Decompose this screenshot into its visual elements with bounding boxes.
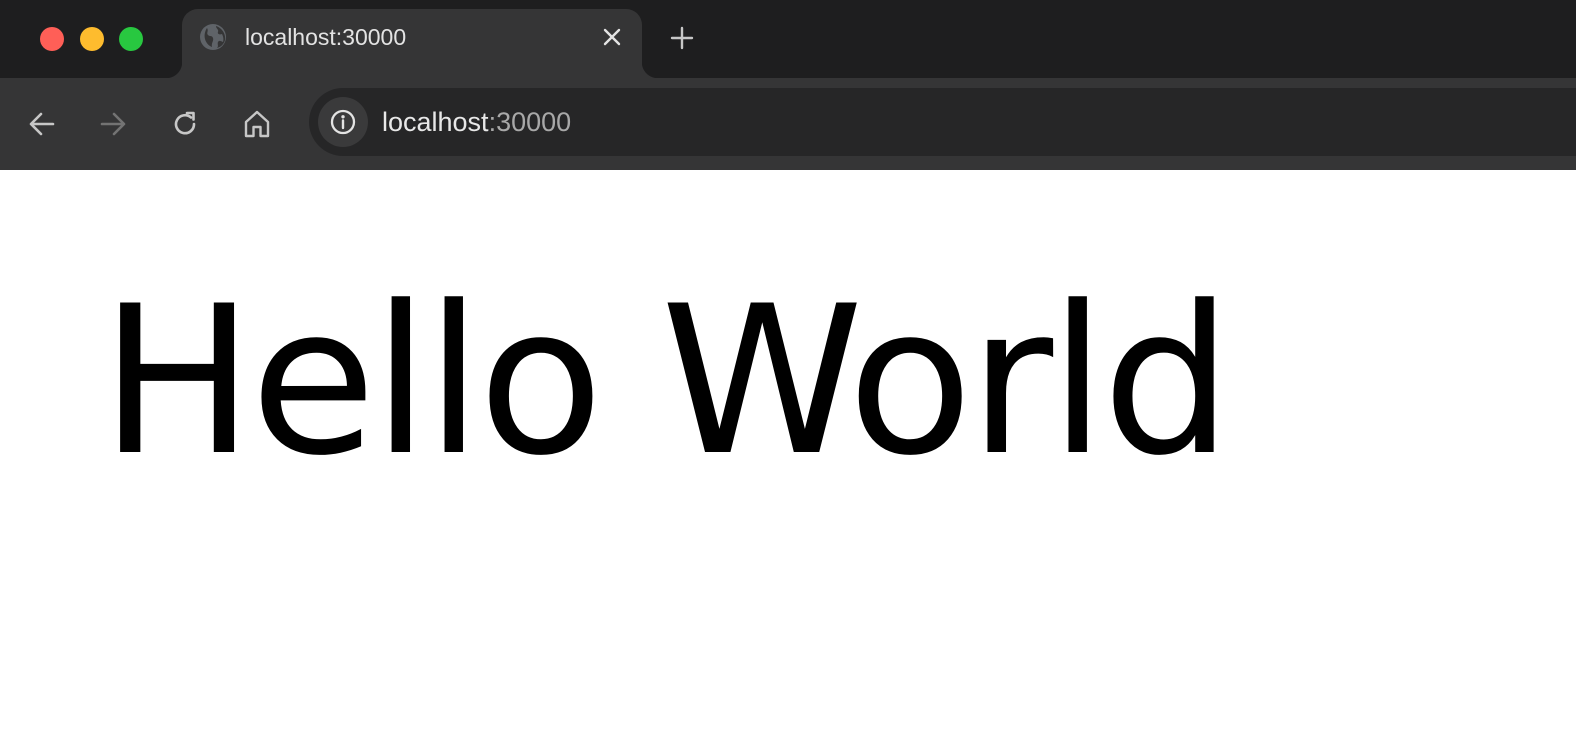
window-zoom-button[interactable] <box>119 27 143 51</box>
arrow-right-icon[interactable] <box>95 106 131 142</box>
plus-icon[interactable] <box>666 22 698 54</box>
window-close-button[interactable] <box>40 27 64 51</box>
tab-title: localhost:30000 <box>245 24 407 50</box>
reload-icon[interactable] <box>167 106 203 142</box>
globe-icon <box>199 23 227 51</box>
info-icon[interactable] <box>318 97 368 147</box>
page-heading: Hello World <box>100 263 1232 501</box>
browser-toolbar: localhost:30000 <box>0 78 1576 170</box>
home-icon[interactable] <box>239 106 275 142</box>
url-host: localhost <box>382 107 489 137</box>
tab-active[interactable]: localhost:30000 <box>166 9 658 78</box>
page-viewport: Hello World <box>0 170 1576 755</box>
url-text[interactable]: localhost:30000 <box>382 106 571 138</box>
window-minimize-button[interactable] <box>80 27 104 51</box>
arrow-left-icon[interactable] <box>24 106 60 142</box>
browser-window: localhost:30000 localhost:30000 Hello Wo… <box>0 0 1576 755</box>
close-icon[interactable] <box>599 24 625 50</box>
url-port: :30000 <box>488 107 572 137</box>
address-bar[interactable]: localhost:30000 <box>309 88 1576 156</box>
tab-strip: localhost:30000 <box>0 0 1576 78</box>
